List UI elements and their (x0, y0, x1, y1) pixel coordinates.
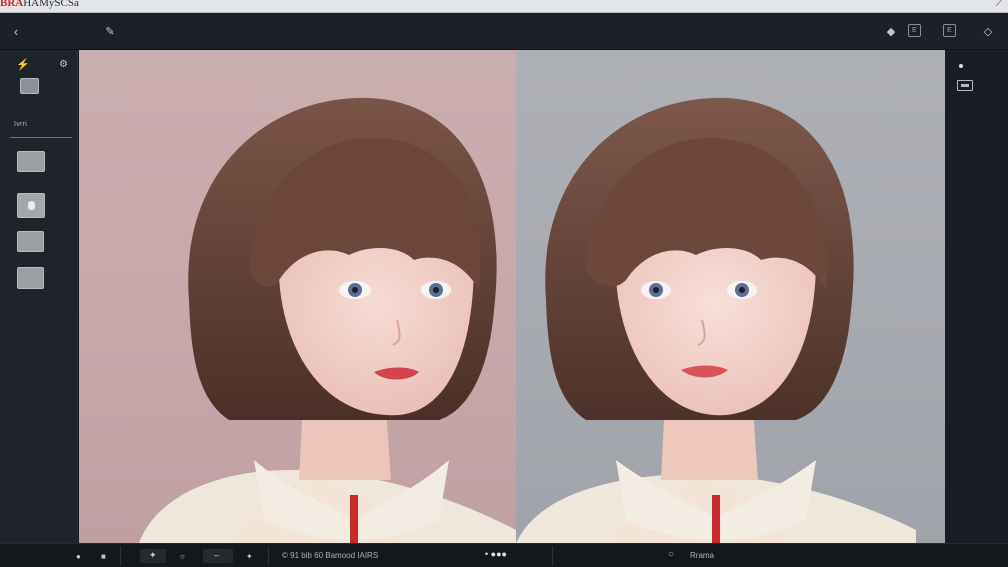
preset-thumbnail[interactable] (17, 151, 45, 172)
indicator-dot-icon (959, 64, 963, 68)
back-button[interactable]: ‹ (6, 21, 26, 41)
bottom-status-bar: ● ■ ✦ ○ – ✦ © 91 bib 60 Bamood IAIRS • ●… (0, 543, 1008, 567)
mode-label: Rrama (690, 551, 715, 560)
portrait-original (139, 97, 516, 543)
window-resize-icon[interactable]: ⟋ (996, 0, 1002, 9)
layer-icon: E (912, 27, 917, 34)
star-icon[interactable]: ✦ (246, 548, 253, 564)
left-tool-panel: ⚡ ⚙ Ivrri (0, 50, 78, 543)
preset-thumbnail[interactable] (17, 231, 44, 252)
divider (120, 546, 121, 566)
mode-ring-icon[interactable]: ○ (668, 549, 674, 560)
drop-tool-button[interactable]: ◇ (978, 21, 998, 41)
divider (268, 546, 269, 566)
settings-icon[interactable]: ⚙ (59, 59, 68, 70)
top-toolbar: ‹ ✎ ◆ E E ◇ (0, 13, 1008, 50)
preset-thumbnail[interactable] (17, 267, 44, 289)
dash-tool-chip[interactable]: – (203, 549, 233, 563)
compare-view-button[interactable] (957, 80, 973, 91)
diamond-icon: ◆ (886, 25, 896, 38)
original-image-pane[interactable] (79, 50, 516, 543)
divider (10, 137, 72, 138)
portrait-result (516, 97, 916, 543)
preset-thumbnail[interactable] (20, 78, 39, 94)
image-canvas[interactable] (79, 50, 945, 543)
title-bar: BRAHAMySCSa ⟋ (0, 0, 1008, 13)
wand-icon[interactable]: ⚡ (16, 58, 30, 71)
result-image-pane[interactable] (516, 50, 945, 543)
brush-tool-button[interactable]: ✎ (100, 21, 120, 41)
circle-filled-icon[interactable]: ● (76, 548, 81, 564)
ring-icon[interactable]: ○ (180, 548, 185, 564)
app-brand: BRAHAMySCSa (0, 0, 79, 9)
pagination-dots[interactable]: • ●●● (485, 549, 507, 559)
drop-icon: ◇ (983, 25, 993, 38)
brand-mark: BRA (0, 0, 24, 9)
frame-icon: E (947, 27, 952, 34)
frame-button[interactable]: E (943, 24, 956, 37)
chevron-left-icon: ‹ (13, 23, 19, 39)
brand-name: HAMySCSa (23, 0, 79, 9)
layer-button[interactable]: E (908, 24, 921, 37)
diamond-tool-button[interactable]: ◆ (881, 21, 901, 41)
image-info-text: © 91 bib 60 Bamood IAIRS (282, 551, 379, 560)
sparkle-tool-chip[interactable]: ✦ (140, 549, 166, 563)
right-panel (945, 50, 1008, 543)
preset-thumbnail[interactable] (17, 193, 45, 218)
brush-icon: ✎ (105, 25, 115, 38)
dash-icon: – (214, 550, 220, 560)
sparkle-icon: ✦ (149, 550, 157, 560)
section-label: Ivrri (14, 121, 28, 128)
figure-icon (28, 201, 35, 210)
divider (552, 546, 553, 566)
stop-icon[interactable]: ■ (101, 548, 106, 564)
